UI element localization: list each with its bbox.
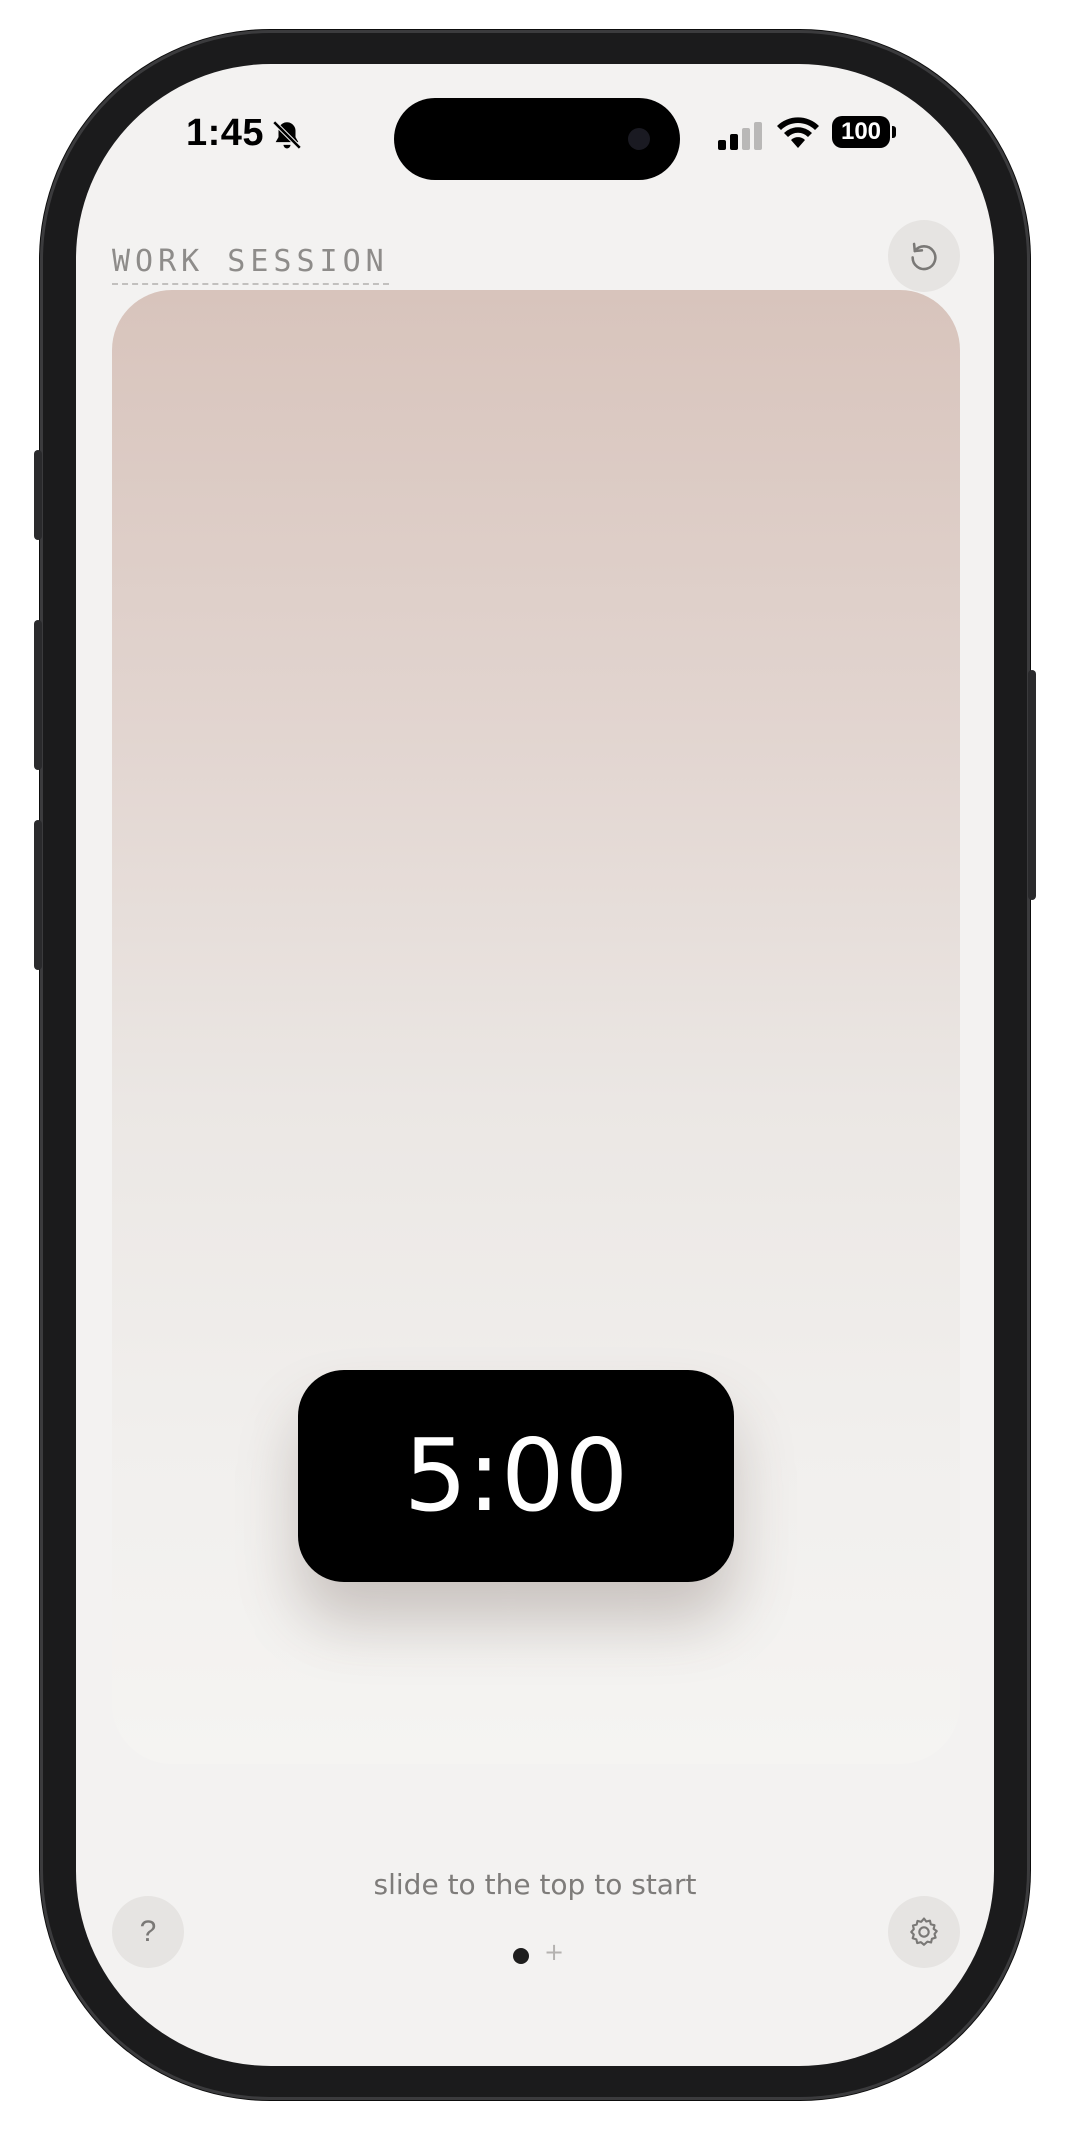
status-time: 1:45: [186, 112, 265, 154]
dynamic-island: [394, 98, 680, 180]
start-hint: slide to the top to start: [373, 1868, 697, 1901]
gear-icon: [910, 1917, 938, 1946]
cellular-signal-icon: [718, 122, 762, 150]
battery-icon: 100: [832, 116, 890, 148]
battery-tip: [892, 126, 896, 138]
power-button: [1028, 670, 1036, 900]
help-button[interactable]: ?: [112, 1896, 184, 1968]
add-page-button[interactable]: +: [544, 1938, 564, 1966]
volume-up-button: [34, 620, 42, 770]
page-indicator-dot[interactable]: [513, 1948, 529, 1964]
phone-frame: 1:45 100 WORK SESSION 5:00 slide to the …: [34, 30, 1036, 2100]
volume-down-button: [34, 820, 42, 970]
wifi-icon: [777, 117, 819, 148]
screen: 1:45 100 WORK SESSION 5:00 slide to the …: [76, 64, 994, 2066]
settings-button[interactable]: [888, 1896, 960, 1968]
session-title[interactable]: WORK SESSION: [112, 244, 389, 285]
bell-slash-icon: [272, 120, 302, 150]
action-button: [34, 450, 42, 540]
reset-icon: [911, 242, 937, 271]
camera-icon: [628, 128, 650, 150]
timer-slider-handle[interactable]: 5:00: [298, 1370, 734, 1582]
reset-button[interactable]: [888, 220, 960, 292]
